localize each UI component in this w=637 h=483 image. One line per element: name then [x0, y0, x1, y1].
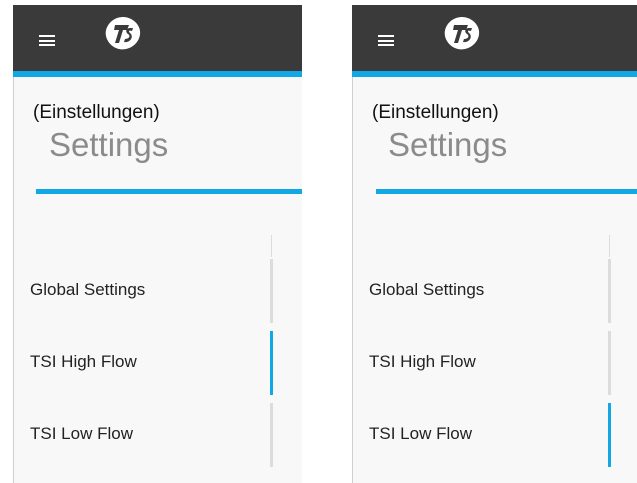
menu-item-label: TSI High Flow: [30, 352, 137, 371]
page-title: Settings: [49, 126, 169, 163]
page-title: Settings: [388, 126, 508, 163]
menu-rail-top: [609, 235, 610, 257]
menu-item-indicator: [608, 259, 611, 323]
menu-item-global-settings[interactable]: Global Settings: [13, 256, 302, 326]
menu-item-indicator: [270, 331, 273, 395]
menu-item-label: TSI Low Flow: [369, 424, 472, 443]
settings-panel-left: (Einstellungen) Settings Global Settings…: [13, 5, 302, 483]
menu-item-indicator: [608, 403, 611, 467]
menu-item-tsi-low-flow[interactable]: TSI Low Flow: [13, 400, 302, 470]
menu-item-tsi-high-flow[interactable]: TSI High Flow: [13, 328, 302, 398]
menu-item-label: TSI High Flow: [369, 352, 476, 371]
app-header: [13, 5, 302, 77]
title-underline: [376, 189, 637, 194]
menu-item-indicator: [270, 259, 273, 323]
menu-item-label: Global Settings: [369, 280, 485, 299]
settings-panel-right: (Einstellungen) Settings Global Settings…: [352, 5, 637, 483]
menu-item-label: Global Settings: [30, 280, 146, 299]
menu-item-tsi-high-flow[interactable]: TSI High Flow: [352, 328, 637, 398]
menu-item-indicator: [608, 331, 611, 395]
tsi-logo-icon: [444, 17, 480, 50]
menu-item-tsi-low-flow[interactable]: TSI Low Flow: [352, 400, 637, 470]
menu-rail-top: [271, 235, 272, 257]
app-header: [352, 5, 637, 77]
hamburger-menu-icon[interactable]: [39, 35, 55, 46]
page-subtitle: (Einstellungen): [33, 102, 160, 123]
menu-item-label: TSI Low Flow: [30, 424, 133, 443]
hamburger-menu-icon[interactable]: [378, 35, 394, 46]
tsi-logo-icon: [105, 17, 141, 50]
page-subtitle: (Einstellungen): [372, 102, 499, 123]
title-underline: [36, 189, 302, 194]
menu-item-indicator: [270, 403, 273, 467]
menu-item-global-settings[interactable]: Global Settings: [352, 256, 637, 326]
